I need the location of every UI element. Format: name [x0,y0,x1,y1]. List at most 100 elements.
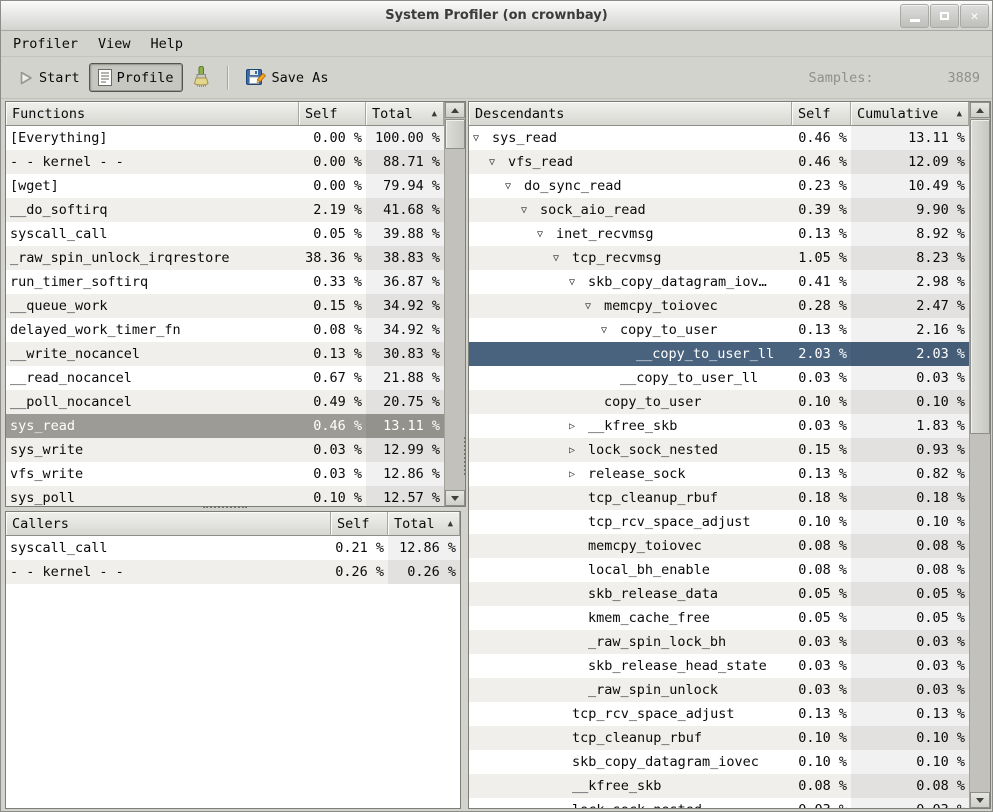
callers-table-row[interactable]: - - kernel - -0.26 %0.26 % [6,560,460,584]
column-header-total[interactable]: Total▲ [366,102,444,126]
descendants-tree-row[interactable]: skb_release_head_state0.03 %0.03 % [469,654,969,678]
descendants-tree-row[interactable]: kmem_cache_free0.05 %0.05 % [469,606,969,630]
expander-open-icon[interactable]: ▽ [553,253,572,264]
minimize-button[interactable] [900,4,929,28]
column-header-self[interactable]: Self [331,512,388,536]
scroll-down-button[interactable] [970,792,990,808]
descendants-tree-row[interactable]: __copy_to_user_ll0.03 %0.03 % [469,366,969,390]
functions-table-row[interactable]: [wget]0.00 %79.94 % [6,174,444,198]
descendants-header-row: Descendants Self Cumulative▲ [469,102,969,126]
descendants-tree-row[interactable]: ▽sys_read0.46 %13.11 % [469,126,969,150]
scrollbar-thumb[interactable] [445,119,465,149]
descendants-tree-row[interactable]: local_bh_enable0.08 %0.08 % [469,558,969,582]
column-header-self[interactable]: Self [792,102,851,126]
horizontal-pane-resize-handle[interactable] [203,506,247,508]
descendants-tree-row[interactable]: ▽vfs_read0.46 %12.09 % [469,150,969,174]
self-value: 0.00 % [299,126,366,150]
descendants-tree-row[interactable]: _raw_spin_lock_bh0.03 %0.03 % [469,630,969,654]
menu-view[interactable]: View [88,33,141,55]
descendants-tree-row[interactable]: ▷lock_sock_nested0.15 %0.93 % [469,438,969,462]
descendants-tree-row[interactable]: ▽memcpy_toiovec0.28 %2.47 % [469,294,969,318]
functions-table-row[interactable]: sys_write0.03 %12.99 % [6,438,444,462]
functions-table-row[interactable]: [Everything]0.00 %100.00 % [6,126,444,150]
expander-closed-icon[interactable]: ▷ [569,469,588,480]
callers-table-row[interactable]: syscall_call0.21 %12.86 % [6,536,460,560]
expander-open-icon[interactable]: ▽ [521,205,540,216]
functions-table-row[interactable]: run_timer_softirq0.33 %36.87 % [6,270,444,294]
save-as-button[interactable]: Save As [237,62,338,93]
expander-open-icon[interactable]: ▽ [585,301,604,312]
descendants-tree-row[interactable]: __copy_to_user_ll2.03 %2.03 % [469,342,969,366]
descendants-tree-row[interactable]: ▽inet_recvmsg0.13 %8.92 % [469,222,969,246]
descendants-tree-row[interactable]: lock_sock_nested0.03 %0.03 % [469,798,969,808]
functions-table-row[interactable]: __poll_nocancel0.49 %20.75 % [6,390,444,414]
functions-table-row[interactable]: __write_nocancel0.13 %30.83 % [6,342,444,366]
scroll-up-button[interactable] [445,102,465,118]
function-name: copy_to_user [604,394,702,410]
functions-table-row[interactable]: sys_read0.46 %13.11 % [6,414,444,438]
self-value: 0.13 % [792,222,851,246]
functions-table-row[interactable]: vfs_write0.03 %12.86 % [6,462,444,486]
expander-open-icon[interactable]: ▽ [473,133,492,144]
functions-table-row[interactable]: delayed_work_timer_fn0.08 %34.92 % [6,318,444,342]
scrollbar-thumb[interactable] [970,119,990,434]
close-button[interactable]: ✕ [960,4,989,28]
scroll-up-button[interactable] [970,102,990,118]
self-value: 0.39 % [792,198,851,222]
descendants-tree-row[interactable]: tcp_cleanup_rbuf0.18 %0.18 % [469,486,969,510]
maximize-button[interactable] [930,4,959,28]
expander-closed-icon[interactable]: ▷ [569,445,588,456]
function-name-cell: local_bh_enable [469,558,792,582]
descendants-tree-row[interactable]: ▽do_sync_read0.23 %10.49 % [469,174,969,198]
functions-table-row[interactable]: - - kernel - -0.00 %88.71 % [6,150,444,174]
function-name-cell: run_timer_softirq [6,270,299,294]
functions-table-row[interactable]: __read_nocancel0.67 %21.88 % [6,366,444,390]
column-header-callers[interactable]: Callers [6,512,331,536]
titlebar[interactable]: System Profiler (on crownbay) ✕ [1,1,992,31]
descendants-tree-row[interactable]: skb_release_data0.05 %0.05 % [469,582,969,606]
expander-open-icon[interactable]: ▽ [537,229,556,240]
menu-profiler[interactable]: Profiler [3,33,88,55]
descendants-tree-row[interactable]: ▷release_sock0.13 %0.82 % [469,462,969,486]
profile-toggle-button[interactable]: Profile [89,63,183,92]
column-header-cumulative[interactable]: Cumulative▲ [851,102,969,126]
column-header-descendants[interactable]: Descendants [469,102,792,126]
descendants-tree-row[interactable]: tcp_cleanup_rbuf0.10 %0.10 % [469,726,969,750]
descendants-tree-row[interactable]: copy_to_user0.10 %0.10 % [469,390,969,414]
functions-table-row[interactable]: sys_poll0.10 %12.57 % [6,486,444,506]
functions-scrollbar[interactable] [444,102,465,506]
functions-table-row[interactable]: _raw_spin_unlock_irqrestore38.36 %38.83 … [6,246,444,270]
descendants-scrollbar[interactable] [969,102,990,808]
descendants-tree-row[interactable]: ▽tcp_recvmsg1.05 %8.23 % [469,246,969,270]
functions-table-row[interactable]: syscall_call0.05 %39.88 % [6,222,444,246]
column-header-self[interactable]: Self [299,102,366,126]
functions-table-row[interactable]: __do_softirq2.19 %41.68 % [6,198,444,222]
column-header-total[interactable]: Total▲ [388,512,460,536]
descendants-tree-row[interactable]: __kfree_skb0.08 %0.08 % [469,774,969,798]
expander-open-icon[interactable]: ▽ [601,325,620,336]
expander-open-icon[interactable]: ▽ [489,157,508,168]
descendants-tree-row[interactable]: ▷__kfree_skb0.03 %1.83 % [469,414,969,438]
functions-table-row[interactable]: __queue_work0.15 %34.92 % [6,294,444,318]
function-name: vfs_write [10,466,83,482]
expander-open-icon[interactable]: ▽ [505,181,524,192]
descendants-tree-row[interactable]: ▽copy_to_user0.13 %2.16 % [469,318,969,342]
scroll-down-button[interactable] [445,490,465,506]
start-button[interactable]: Start [9,64,89,92]
menu-help[interactable]: Help [141,33,194,55]
descendants-tree-row[interactable]: ▽sock_aio_read0.39 %9.90 % [469,198,969,222]
descendants-tree-row[interactable]: _raw_spin_unlock0.03 %0.03 % [469,678,969,702]
function-name-cell: - - kernel - - [6,560,331,584]
descendants-tree-row[interactable]: skb_copy_datagram_iovec0.10 %0.10 % [469,750,969,774]
expander-open-icon[interactable]: ▽ [569,277,588,288]
descendants-tree-row[interactable]: tcp_rcv_space_adjust0.10 %0.10 % [469,510,969,534]
reset-button[interactable] [183,60,219,95]
descendants-tree-row[interactable]: tcp_rcv_space_adjust0.13 %0.13 % [469,702,969,726]
column-header-functions[interactable]: Functions [6,102,299,126]
self-value: 0.00 % [299,174,366,198]
self-value: 0.21 % [331,536,388,560]
descendants-tree-row[interactable]: memcpy_toiovec0.08 %0.08 % [469,534,969,558]
vertical-pane-resize-handle[interactable] [464,437,466,475]
expander-closed-icon[interactable]: ▷ [569,421,588,432]
descendants-tree-row[interactable]: ▽skb_copy_datagram_iov…0.41 %2.98 % [469,270,969,294]
